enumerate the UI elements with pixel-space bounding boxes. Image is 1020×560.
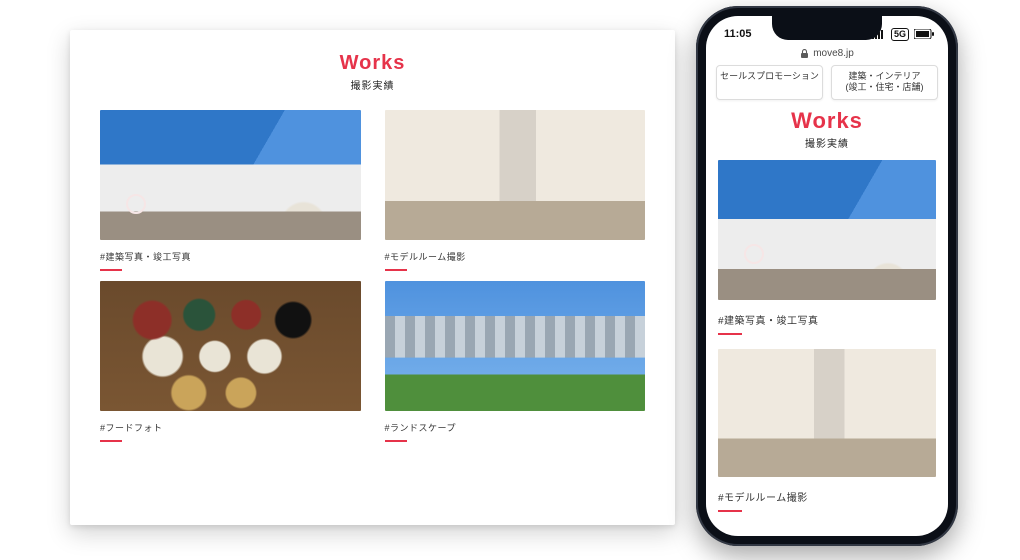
work-thumbnail[interactable] [718,349,936,477]
work-card[interactable]: #建築写真・竣工写真 [100,110,361,271]
work-thumbnail[interactable] [385,110,646,240]
lock-icon [800,49,809,59]
accent-underline [100,269,122,271]
work-card[interactable]: #ランドスケープ [385,281,646,442]
work-card[interactable]: #モデルルーム撮影 [385,110,646,271]
work-thumbnail[interactable] [385,281,646,411]
works-title: Works [706,108,948,134]
accent-underline [718,510,742,512]
work-thumbnail[interactable] [718,160,936,300]
work-card[interactable]: #モデルルーム撮影 [718,349,936,512]
work-thumbnail[interactable] [100,110,361,240]
work-thumbnail[interactable] [100,281,361,411]
accent-underline [718,333,742,335]
category-pill[interactable]: 建築・インテリア (竣工・住宅・店舗) [831,65,938,100]
works-title: Works [100,52,645,75]
network-badge: 5G [891,28,909,41]
status-time: 11:05 [724,28,752,40]
work-caption: #フードフォト [100,421,361,434]
accent-underline [385,440,407,442]
phone-mockup: 11:05 5G move8.jp セールスプロモーシ [696,6,958,546]
category-pill[interactable]: セールスプロモーション [716,65,823,100]
works-list: #建築写真・竣工写真 #モデルルーム撮影 [706,150,948,512]
phone-notch [772,16,882,40]
work-caption: #モデルルーム撮影 [385,250,646,263]
work-card[interactable]: #フードフォト [100,281,361,442]
work-caption: #ランドスケープ [385,421,646,434]
phone-screen: 11:05 5G move8.jp セールスプロモーシ [706,16,948,536]
accent-underline [100,440,122,442]
url-host: move8.jp [813,48,854,59]
accent-underline [385,269,407,271]
battery-icon [914,29,934,39]
work-caption: #建築写真・竣工写真 [100,250,361,263]
work-caption: #モデルルーム撮影 [718,489,936,504]
desktop-preview-panel: Works 撮影実績 #建築写真・竣工写真 #モデルルーム撮影 #フードフォト [70,30,675,525]
work-caption: #建築写真・竣工写真 [718,312,936,327]
works-grid: #建築写真・竣工写真 #モデルルーム撮影 #フードフォト #ランドスケープ [100,110,645,442]
works-subtitle: 撮影実績 [100,77,645,92]
work-card[interactable]: #建築写真・竣工写真 [718,160,936,335]
stage: Works 撮影実績 #建築写真・竣工写真 #モデルルーム撮影 #フードフォト [0,0,1020,560]
works-subtitle: 撮影実績 [706,135,948,150]
category-pills: セールスプロモーション 建築・インテリア (竣工・住宅・店舗) [706,65,948,108]
browser-url-bar[interactable]: move8.jp [716,48,938,59]
